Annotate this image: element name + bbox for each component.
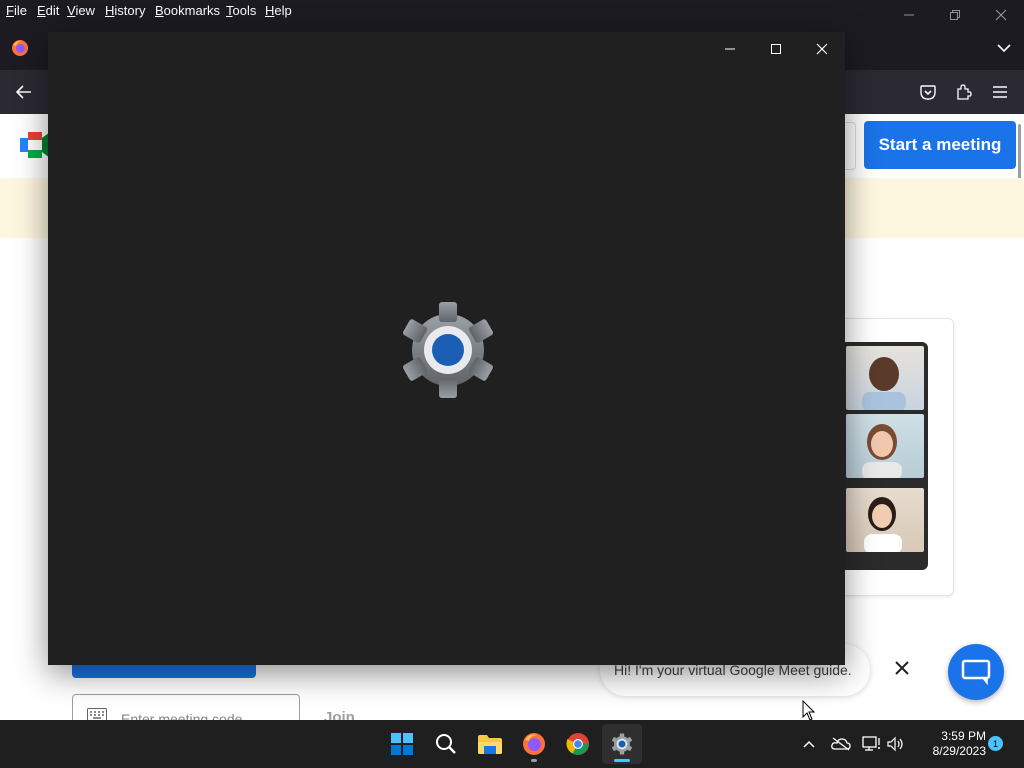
participant-avatar [846, 346, 924, 410]
onedrive-offline-icon[interactable] [829, 732, 853, 756]
volume-icon[interactable] [884, 732, 908, 756]
chat-icon [961, 659, 991, 685]
google-meet-logo [20, 132, 50, 158]
participant-avatar [846, 488, 924, 552]
windows-taskbar: 3:59 PM 8/29/2023 1 [0, 720, 1024, 768]
browser-menubar: File Edit View History Bookmarks Tools H… [0, 0, 1024, 22]
pocket-icon[interactable] [916, 80, 940, 104]
chevron-up-icon[interactable] [797, 732, 821, 756]
clock-date: 8/29/2023 [932, 744, 986, 758]
hamburger-menu-icon[interactable] [988, 80, 1012, 104]
menu-bookmarks[interactable]: Bookmarks [155, 3, 220, 18]
meeting-code-placeholder: Enter meeting code [121, 711, 243, 720]
start-meeting-button[interactable]: Start a meeting [864, 121, 1016, 169]
chrome-icon[interactable] [558, 724, 598, 764]
menu-tools[interactable]: Tools [226, 3, 256, 18]
meeting-code-input[interactable]: Enter meeting code [72, 694, 300, 720]
active-indicator [614, 759, 630, 762]
list-all-tabs-icon[interactable] [992, 36, 1016, 60]
minimize-icon[interactable] [707, 32, 753, 66]
back-arrow-icon[interactable] [12, 80, 36, 104]
close-icon[interactable] [886, 652, 918, 684]
firefox-tab-icon[interactable] [10, 38, 30, 58]
file-explorer-icon[interactable] [470, 724, 510, 764]
settings-app-window[interactable] [48, 32, 845, 665]
participant-avatar [846, 414, 924, 478]
chat-help-button[interactable] [948, 644, 1004, 700]
menu-help[interactable]: Help [265, 3, 292, 18]
close-icon[interactable] [799, 32, 845, 66]
network-icon[interactable] [860, 732, 884, 756]
menu-history[interactable]: History [105, 3, 145, 18]
menu-view[interactable]: View [67, 3, 95, 18]
settings-gear-icon [398, 300, 498, 400]
windows-start-icon[interactable] [382, 724, 422, 764]
running-indicator [531, 759, 537, 762]
menu-edit[interactable]: Edit [37, 3, 59, 18]
join-button[interactable]: Join [324, 709, 355, 720]
search-icon[interactable] [426, 724, 466, 764]
firefox-icon[interactable] [514, 724, 554, 764]
notification-badge[interactable]: 1 [988, 736, 1003, 751]
clock-time: 3:59 PM [941, 729, 986, 743]
menu-file[interactable]: File [6, 3, 27, 18]
settings-icon[interactable] [602, 724, 642, 764]
page-scrollbar[interactable] [1018, 124, 1021, 184]
new-meeting-button[interactable] [72, 664, 256, 678]
extensions-puzzle-icon[interactable] [952, 80, 976, 104]
system-clock[interactable]: 3:59 PM 8/29/2023 [912, 729, 986, 759]
keyboard-icon [87, 708, 107, 720]
maximize-icon[interactable] [753, 32, 799, 66]
